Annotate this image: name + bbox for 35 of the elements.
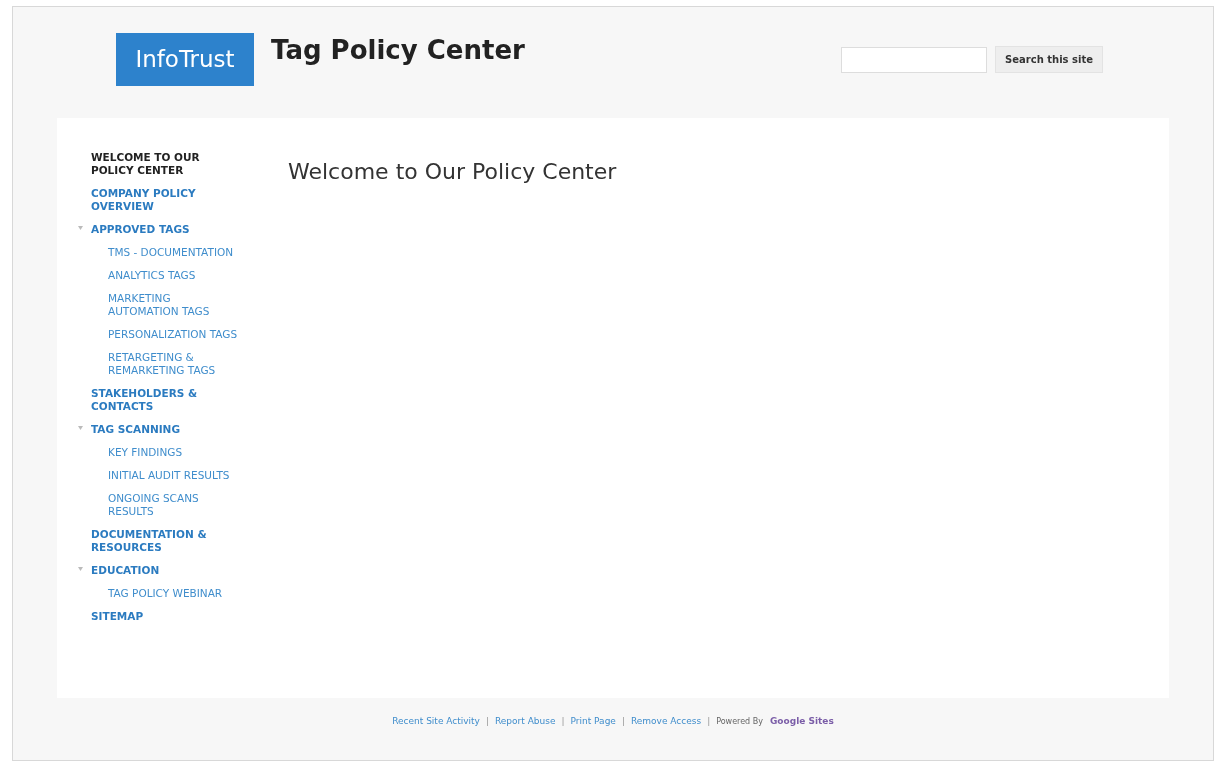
sidebar-item[interactable]: COMPANY POLICY OVERVIEW bbox=[91, 187, 221, 213]
separator: | bbox=[484, 715, 490, 728]
sidebar-item[interactable]: TAG SCANNING bbox=[91, 423, 221, 436]
sidebar-item[interactable]: APPROVED TAGS bbox=[91, 223, 221, 236]
caret-down-icon[interactable] bbox=[78, 426, 83, 431]
logo[interactable]: InfoTrust bbox=[116, 33, 254, 86]
sidebar-item[interactable]: MARKETING AUTOMATION TAGS bbox=[108, 292, 238, 318]
footer-link[interactable]: Recent Site Activity bbox=[392, 715, 480, 729]
sidebar-item[interactable]: STAKEHOLDERS & CONTACTS bbox=[91, 387, 221, 413]
footer-link[interactable]: Report Abuse bbox=[495, 715, 556, 729]
separator: | bbox=[560, 715, 566, 728]
footer-link[interactable]: Remove Access bbox=[630, 715, 702, 729]
caret-down-icon[interactable] bbox=[78, 226, 83, 231]
sidebar-item[interactable]: EDUCATION bbox=[91, 564, 221, 577]
sidebar-item[interactable]: KEY FINDINGS bbox=[108, 446, 238, 459]
sidebar-item[interactable]: ONGOING SCANS RESULTS bbox=[108, 492, 238, 518]
separator: | bbox=[620, 715, 626, 728]
search-field[interactable] bbox=[841, 46, 988, 73]
caret-down-icon[interactable] bbox=[78, 567, 83, 572]
powered-by-text: Powered By bbox=[716, 715, 763, 728]
site-title: Tag Policy Center bbox=[271, 34, 525, 67]
sidebar-item[interactable]: RETARGETING & REMARKETING TAGS bbox=[108, 351, 238, 377]
separator: | bbox=[706, 715, 712, 728]
sidebar-item[interactable]: PERSONALIZATION TAGS bbox=[108, 328, 238, 341]
footer-link[interactable]: Print Page bbox=[570, 715, 616, 729]
sidebar-item[interactable]: SITEMAP bbox=[91, 610, 221, 623]
sidebar-item[interactable]: DOCUMENTATION & RESOURCES bbox=[91, 528, 221, 554]
page-heading: Welcome to Our Policy Center bbox=[288, 158, 617, 186]
sidebar-item[interactable]: TAG POLICY WEBINAR bbox=[108, 587, 238, 600]
sidebar-item[interactable]: WELCOME TO OUR POLICY CENTER bbox=[91, 151, 221, 177]
search-button[interactable]: Search this site bbox=[995, 46, 1103, 73]
sidebar-item[interactable]: ANALYTICS TAGS bbox=[108, 269, 238, 282]
sidebar-item[interactable]: TMS - DOCUMENTATION bbox=[108, 246, 238, 259]
brand-link[interactable]: Google Sites bbox=[769, 715, 834, 729]
sidebar-item[interactable]: INITIAL AUDIT RESULTS bbox=[108, 469, 238, 482]
